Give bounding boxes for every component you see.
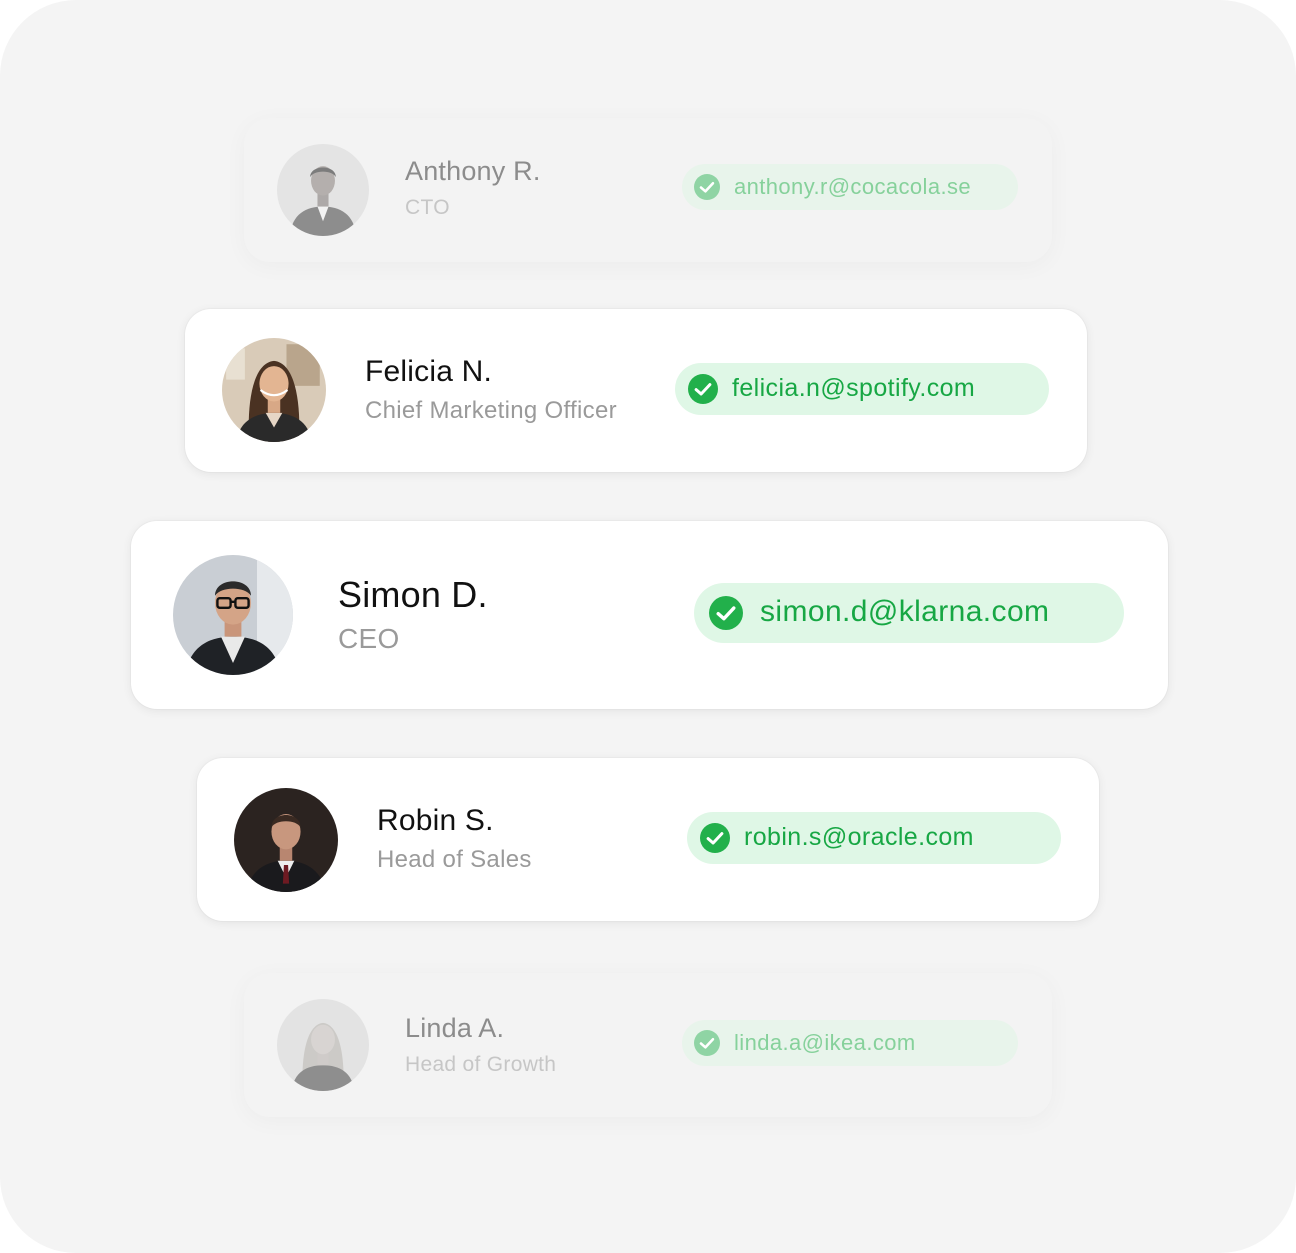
- contact-title: Head of Sales: [377, 846, 532, 873]
- avatar: [277, 999, 369, 1091]
- person-photo-icon: [277, 144, 369, 236]
- contact-name: Robin S.: [377, 804, 494, 837]
- email-address: anthony.r@cocacola.se: [734, 174, 972, 199]
- person-photo-icon: [277, 999, 369, 1091]
- verified-email-badge[interactable]: linda.a@ikea.com: [682, 1020, 1018, 1066]
- check-circle-icon: [700, 823, 730, 853]
- verified-email-badge[interactable]: robin.s@oracle.com: [687, 812, 1061, 864]
- verified-email-badge[interactable]: felicia.n@spotify.com: [675, 363, 1049, 415]
- contacts-panel: Anthony R. CTO anthony.r@cocacola.se Fel…: [0, 0, 1296, 1253]
- check-circle-icon: [688, 374, 718, 404]
- contact-card-robin[interactable]: Robin S. Head of Sales robin.s@oracle.co…: [197, 758, 1099, 921]
- avatar: [234, 788, 338, 892]
- contact-card-simon[interactable]: Simon D. CEO simon.d@klarna.com: [131, 521, 1168, 709]
- avatar: [277, 144, 369, 236]
- contact-card-felicia[interactable]: Felicia N. Chief Marketing Officer felic…: [185, 309, 1087, 472]
- contact-title: CEO: [338, 623, 400, 654]
- verified-email-badge[interactable]: simon.d@klarna.com: [694, 583, 1124, 643]
- email-address: simon.d@klarna.com: [760, 595, 1050, 628]
- contact-name: Simon D.: [338, 574, 488, 615]
- contact-name: Linda A.: [405, 1013, 505, 1043]
- person-photo-icon: [222, 338, 326, 442]
- person-photo-icon: [234, 788, 338, 892]
- email-address: felicia.n@spotify.com: [732, 374, 976, 402]
- email-address: robin.s@oracle.com: [744, 823, 974, 851]
- contact-title: Chief Marketing Officer: [365, 397, 617, 424]
- check-circle-icon: [694, 174, 720, 200]
- contact-title: Head of Growth: [405, 1053, 557, 1076]
- check-circle-icon: [694, 1030, 720, 1056]
- contact-name: Anthony R.: [405, 156, 541, 186]
- person-photo-icon: [173, 555, 293, 675]
- avatar: [173, 555, 293, 675]
- contact-card-linda[interactable]: Linda A. Head of Growth linda.a@ikea.com: [244, 973, 1052, 1117]
- email-address: linda.a@ikea.com: [734, 1030, 916, 1055]
- avatar: [222, 338, 326, 442]
- contact-card-anthony[interactable]: Anthony R. CTO anthony.r@cocacola.se: [244, 118, 1052, 262]
- check-circle-icon: [709, 596, 743, 630]
- contact-name: Felicia N.: [365, 355, 493, 388]
- contact-title: CTO: [405, 196, 450, 219]
- verified-email-badge[interactable]: anthony.r@cocacola.se: [682, 164, 1018, 210]
